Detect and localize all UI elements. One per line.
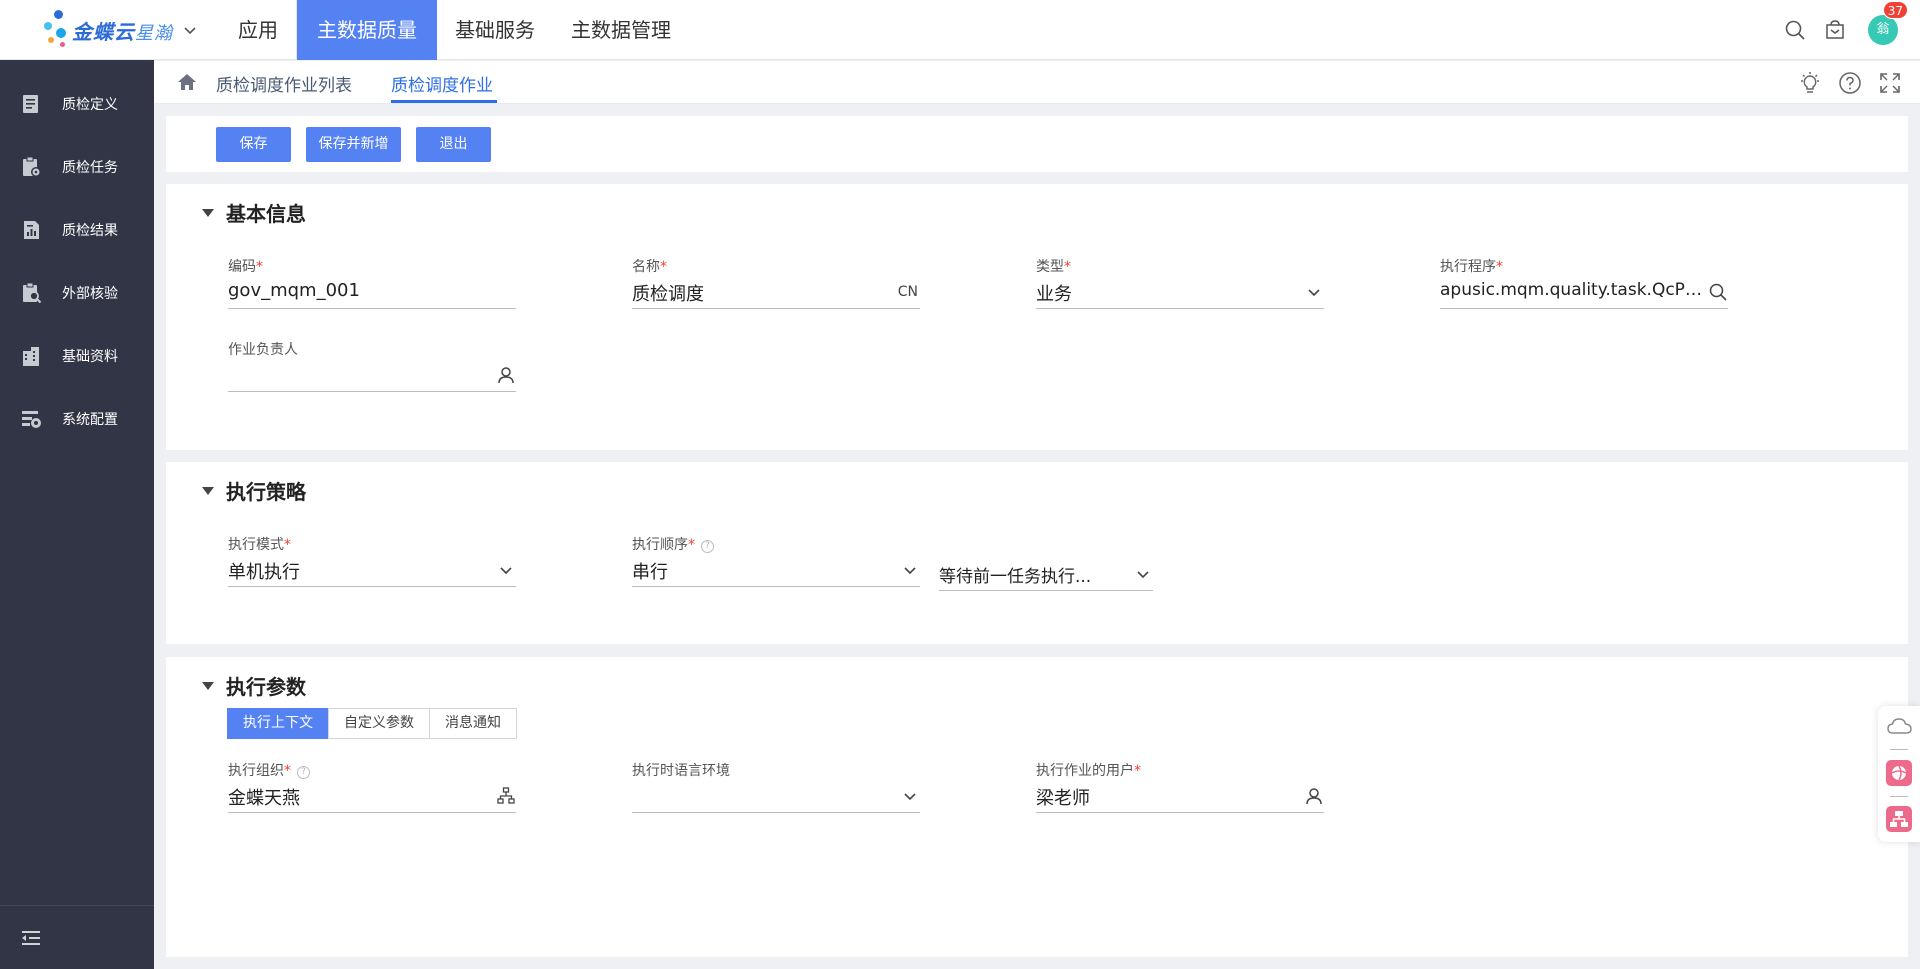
tab-qc-schedule-job[interactable]: 质检调度作业 [391,71,493,96]
chevron-down-icon[interactable] [183,23,197,37]
breadcrumb: 质检调度作业列表 质检调度作业 [154,61,1920,104]
search-icon[interactable] [1784,19,1806,41]
program-value: apusic.mqm.quality.task.QcPla... [1440,280,1702,300]
sidebar-item-qc-task[interactable]: 质检任务 [0,135,154,198]
owner-field[interactable]: 作业负责人 [228,339,516,401]
user-icon[interactable] [1304,786,1324,806]
name-value: 质检调度 [632,284,704,305]
section-header[interactable]: 执行策略 [202,476,306,505]
nav-basic-services[interactable]: 基础服务 [437,0,553,60]
user-icon[interactable] [496,365,516,385]
section-header[interactable]: 执行参数 [202,671,306,700]
report-icon [24,220,39,239]
params-tab-group: 执行上下文 自定义参数 消息通知 [227,708,517,739]
chevron-down-icon [904,567,916,575]
floating-dock [1878,706,1920,842]
tab-execution-context[interactable]: 执行上下文 [227,708,329,739]
user-avatar[interactable]: 翁 37 [1868,1,1908,45]
sidebar-item-label: 质检定义 [62,96,118,113]
sidebar-item-label: 基础资料 [62,348,118,365]
locale-select[interactable]: 执行时语言环境 [632,760,920,822]
search-icon[interactable] [1708,282,1728,302]
help-icon[interactable]: ? [297,766,310,779]
logo-text: 金蝶云星瀚 [72,19,173,44]
top-nav: 应用 主数据质量 基础服务 主数据管理 [220,0,689,60]
type-value: 业务 [1036,284,1072,305]
name-field[interactable]: 名称* 质检调度 CN [632,256,920,318]
collapse-triangle-icon [202,486,214,495]
sidebar: 质检定义 质检任务 质检结果 外部核验 基础资料 系统配置 [0,60,154,969]
app-logo[interactable]: 金蝶云星瀚 [40,8,197,52]
chevron-down-icon [500,567,512,575]
sidebar-item-basic-data[interactable]: 基础资料 [0,324,154,387]
chevron-down-icon [1137,571,1149,579]
logo-mark-icon [40,8,70,52]
wait-condition-value: 等待前一任务执行... [939,567,1092,587]
page-tools [1782,71,1902,95]
type-select[interactable]: 类型* 业务 [1036,256,1324,318]
nav-master-data-quality[interactable]: 主数据质量 [297,0,437,60]
code-value: gov_mqm_001 [228,280,360,301]
nav-apps[interactable]: 应用 [220,0,297,60]
execution-order-select[interactable]: 执行顺序*? 串行 [632,534,920,596]
execution-org-field[interactable]: 执行组织*? 金蝶天燕 [228,760,516,822]
toolbar: 保存 保存并新增 退出 [166,116,1908,172]
collapse-triangle-icon [202,681,214,690]
sidebar-item-label: 质检任务 [62,159,118,176]
execution-user-value: 梁老师 [1036,788,1090,809]
collapse-triangle-icon [202,208,214,217]
org-chart-icon[interactable] [1886,806,1912,832]
help-icon[interactable]: ? [701,540,714,553]
sidebar-item-label: 质检结果 [62,222,118,239]
clipboard-search-icon [23,282,42,303]
settings-list-icon [22,410,41,428]
exit-button[interactable]: 退出 [416,127,491,162]
program-field[interactable]: 执行程序* apusic.mqm.quality.task.QcPla... [1440,256,1728,318]
wait-condition-select[interactable]: 等待前一任务执行... [939,534,1153,596]
active-tab-indicator [391,100,497,103]
top-right-tools: 翁 37 [1784,0,1920,60]
tab-custom-params[interactable]: 自定义参数 [328,708,430,739]
execution-order-value: 串行 [632,562,668,583]
sidebar-item-qc-definition[interactable]: 质检定义 [0,72,154,135]
notification-badge: 37 [1882,1,1908,19]
tab-qc-schedule-list[interactable]: 质检调度作业列表 [216,71,352,96]
execution-mode-select[interactable]: 执行模式* 单机执行 [228,534,516,596]
buildings-icon [23,346,39,366]
lightbulb-icon[interactable] [1798,71,1822,95]
chevron-down-icon [904,793,916,801]
sidebar-item-label: 外部核验 [62,285,118,302]
execution-org-value: 金蝶天燕 [228,788,300,809]
cloud-icon[interactable] [1887,716,1913,736]
mailbox-icon[interactable] [1824,19,1846,41]
save-button[interactable]: 保存 [216,127,291,162]
execution-params-section: 执行参数 执行上下文 自定义参数 消息通知 执行组织*? 金蝶天燕 执行时语言环… [166,657,1908,957]
document-icon [23,94,38,113]
execution-user-field[interactable]: 执行作业的用户* 梁老师 [1036,760,1324,822]
tab-message-notify[interactable]: 消息通知 [429,708,517,739]
app-circle-icon[interactable] [1886,760,1912,786]
section-header[interactable]: 基本信息 [202,198,306,227]
sidebar-item-external-verify[interactable]: 外部核验 [0,261,154,324]
language-switch[interactable]: CN [898,284,918,300]
basic-info-section: 基本信息 编码* gov_mqm_001 名称* 质检调度 CN 类型* 业务 … [166,184,1908,450]
sidebar-collapse-button[interactable] [0,905,154,969]
execution-mode-value: 单机执行 [228,562,300,583]
fullscreen-icon[interactable] [1878,71,1902,95]
home-icon[interactable] [176,71,198,93]
collapse-menu-icon [22,930,40,945]
chevron-down-icon [1308,289,1320,297]
top-bar: 金蝶云星瀚 应用 主数据质量 基础服务 主数据管理 翁 37 [0,0,1920,60]
org-tree-icon[interactable] [496,786,516,806]
help-icon[interactable] [1838,71,1862,95]
clipboard-gear-icon [23,156,41,177]
nav-master-data-management[interactable]: 主数据管理 [553,0,689,60]
execution-strategy-section: 执行策略 执行模式* 单机执行 执行顺序*? 串行 等待前一任务执行... [166,462,1908,644]
sidebar-item-system-config[interactable]: 系统配置 [0,387,154,450]
sidebar-item-qc-result[interactable]: 质检结果 [0,198,154,261]
code-field[interactable]: 编码* gov_mqm_001 [228,256,516,318]
sidebar-item-label: 系统配置 [62,411,118,428]
save-and-new-button[interactable]: 保存并新增 [306,127,401,162]
